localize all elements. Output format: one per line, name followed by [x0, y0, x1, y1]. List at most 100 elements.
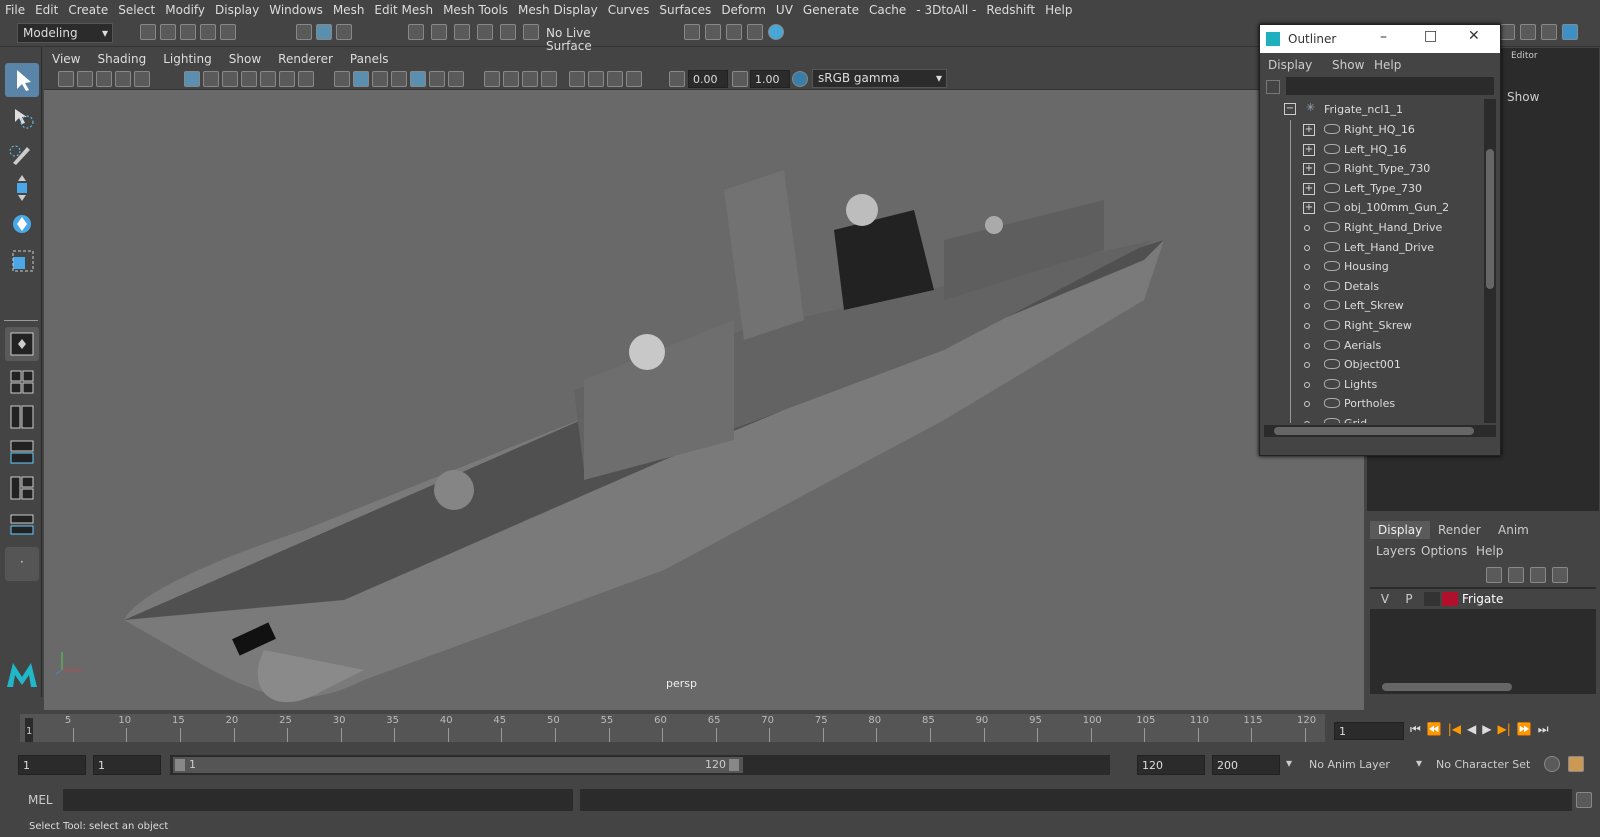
close-icon[interactable]: ✕	[1468, 28, 1480, 44]
maximize-icon[interactable]: □	[1424, 28, 1437, 44]
field-chart-icon[interactable]	[260, 71, 276, 87]
command-input[interactable]	[63, 789, 573, 811]
menu-display[interactable]: Display	[210, 0, 264, 17]
channel-box-icon[interactable]	[1541, 24, 1557, 40]
menu-modify[interactable]: Modify	[160, 0, 210, 17]
grease-pencil-icon[interactable]	[134, 71, 150, 87]
layer-name[interactable]: Frigate	[1462, 592, 1503, 606]
exposure-field[interactable]	[688, 70, 728, 88]
redo-icon[interactable]	[220, 24, 236, 40]
render-frame-icon[interactable]	[705, 24, 721, 40]
collapse-icon[interactable]: −	[1284, 103, 1296, 115]
gamma-field[interactable]	[750, 70, 790, 88]
menu-file[interactable]: File	[0, 0, 30, 17]
anim-layer-dropdown[interactable]: No Anim Layer	[1305, 755, 1420, 775]
snap-surface-icon[interactable]	[500, 24, 516, 40]
outliner-graph-layout[interactable]	[5, 471, 39, 505]
default-material-icon[interactable]	[372, 71, 388, 87]
scale-tool[interactable]	[5, 243, 39, 277]
outliner-item[interactable]: + Left_Type_730	[1264, 178, 1484, 199]
visibility-toggle[interactable]: V	[1376, 592, 1394, 606]
viewport-menu-show[interactable]: Show	[221, 50, 270, 66]
expand-icon[interactable]: +	[1303, 163, 1315, 176]
play-forward-icon[interactable]: ▶	[1482, 722, 1491, 737]
color-management-icon[interactable]	[792, 71, 808, 87]
layer-color-swatch[interactable]	[1442, 592, 1458, 606]
outliner-item[interactable]: Lights	[1264, 374, 1484, 395]
open-scene-icon[interactable]	[160, 24, 176, 40]
viewport-menu-lighting[interactable]: Lighting	[155, 50, 221, 66]
expand-icon[interactable]: +	[1303, 124, 1315, 136]
outliner-item[interactable]: Detals	[1264, 276, 1484, 297]
smooth-shade-icon[interactable]	[353, 71, 369, 87]
snap-curve-icon[interactable]	[431, 24, 447, 40]
viewport-menu-shading[interactable]: Shading	[89, 50, 155, 66]
motion-blur-icon[interactable]	[503, 71, 519, 87]
viewport-menu-panels[interactable]: Panels	[342, 50, 398, 66]
viewport-menu-view[interactable]: View	[44, 50, 89, 66]
graph-layout[interactable]	[5, 435, 39, 469]
tab-render[interactable]: Render	[1430, 521, 1489, 539]
image-plane-icon[interactable]	[115, 71, 131, 87]
playback-end-field[interactable]	[1137, 755, 1205, 775]
more-layouts-button[interactable]: ·	[5, 547, 39, 581]
tool-settings-icon[interactable]	[1520, 24, 1536, 40]
options-menu[interactable]: Options	[1421, 544, 1467, 558]
layer-editor-icon[interactable]	[1562, 24, 1578, 40]
range-slider-handle[interactable]: 1 120	[173, 757, 743, 773]
outliner-item[interactable]: Aerials	[1264, 335, 1484, 356]
tab-display[interactable]: Display	[1370, 521, 1431, 539]
paint-select-tool[interactable]	[5, 137, 39, 171]
playback-toggle[interactable]: P	[1400, 592, 1418, 606]
bookmark-icon[interactable]	[96, 71, 112, 87]
scene-start-field[interactable]	[18, 755, 86, 775]
outliner-vscroll[interactable]	[1484, 99, 1496, 423]
viewport-menu-renderer[interactable]: Renderer	[270, 50, 342, 66]
layers-menu[interactable]: Layers	[1376, 544, 1416, 558]
auto-key-icon[interactable]	[1544, 756, 1560, 772]
menu-mesh-display[interactable]: Mesh Display	[513, 0, 603, 17]
outliner-display-menu[interactable]: Display	[1268, 58, 1312, 72]
playback-start-field[interactable]	[93, 755, 161, 775]
range-start-grip[interactable]	[175, 759, 185, 771]
wireframe-on-shaded-icon[interactable]	[391, 71, 407, 87]
menu-surfaces[interactable]: Surfaces	[654, 0, 716, 17]
outliner-item[interactable]: Right_Hand_Drive	[1264, 218, 1484, 238]
select-hierarchy-icon[interactable]	[296, 24, 312, 40]
hypershade-icon[interactable]	[768, 24, 784, 40]
chevron-down-icon[interactable]: ▾	[1416, 756, 1422, 770]
select-component-icon[interactable]	[336, 24, 352, 40]
render-view-icon[interactable]	[684, 24, 700, 40]
outliner-item[interactable]: Housing	[1264, 257, 1484, 278]
scrollbar-thumb[interactable]	[1382, 683, 1512, 691]
outliner-show-menu[interactable]: Show	[1332, 58, 1364, 72]
menu-deform[interactable]: Deform	[716, 0, 771, 17]
hypershade-layout[interactable]	[5, 507, 39, 541]
new-scene-icon[interactable]	[140, 24, 156, 40]
new-layer-icon[interactable]	[1530, 567, 1546, 583]
outliner-item[interactable]: + Left_HQ_16	[1264, 139, 1484, 160]
minimize-icon[interactable]: –	[1380, 29, 1387, 45]
view-transform-dropdown[interactable]: sRGB gamma ▾	[812, 69, 947, 88]
step-back-key-icon[interactable]: ⏪	[1427, 722, 1442, 737]
scene-end-field[interactable]	[1212, 755, 1280, 775]
help-menu[interactable]: Help	[1476, 544, 1503, 558]
move-layer-up-icon[interactable]	[1486, 567, 1502, 583]
exposure-icon[interactable]	[669, 71, 685, 87]
outliner-layout[interactable]	[5, 400, 39, 434]
antialiasing-icon[interactable]	[522, 71, 538, 87]
outliner-item[interactable]: Object001	[1264, 355, 1484, 376]
outliner-item[interactable]: Grid	[1264, 414, 1484, 423]
menu-3dtoall[interactable]: - 3DtoAll -	[911, 0, 981, 17]
character-set-dropdown[interactable]: No Character Set	[1432, 755, 1544, 775]
menu-redshift[interactable]: Redshift	[981, 0, 1040, 17]
show-menu-label[interactable]: Show	[1507, 90, 1539, 104]
safe-action-icon[interactable]	[279, 71, 295, 87]
select-tool[interactable]	[5, 63, 39, 97]
time-slider[interactable]: 1 5 10 15 20 25 30 35 40 45 50 55 60 65 70 75 80 85 90 95 1…	[0, 712, 1600, 742]
screen-space-ao-icon[interactable]	[484, 71, 500, 87]
tab-anim[interactable]: Anim	[1490, 521, 1537, 539]
menu-select[interactable]: Select	[113, 0, 160, 17]
display-type-toggle[interactable]	[1424, 592, 1440, 606]
snap-vertex-icon[interactable]	[523, 24, 539, 40]
